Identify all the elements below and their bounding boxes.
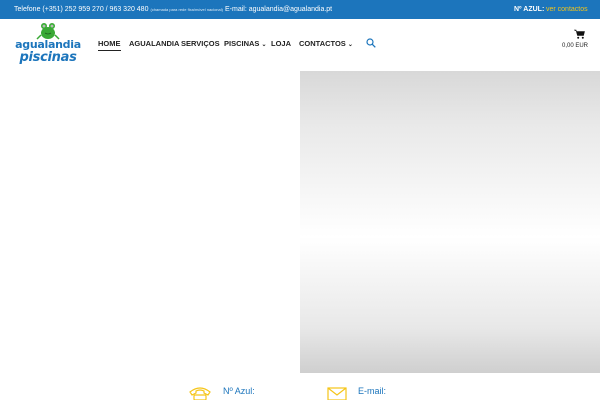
contact-email-label: E-mail: [358, 386, 387, 396]
nav-servicos[interactable]: SERVIÇOS [181, 39, 220, 48]
logo[interactable]: agualandia piscinas [14, 22, 82, 66]
site-header: agualandia piscinas HOME AGUALANDIA SERV… [0, 19, 600, 71]
phone-info: Telefone (+351) 252 959 270 / 963 320 48… [14, 6, 223, 13]
nav-contactos[interactable]: CONTACTOS ⌄ [299, 39, 353, 48]
nav-contactos-label: CONTACTOS [299, 39, 346, 48]
envelope-icon [327, 387, 347, 400]
azul-label: Nº AZUL: [514, 6, 545, 13]
phone-icon [189, 387, 211, 400]
chevron-down-icon: ⌄ [347, 42, 353, 48]
nav-loja[interactable]: LOJA [271, 39, 291, 48]
nav-home[interactable]: HOME [98, 39, 121, 51]
search-icon[interactable] [366, 38, 376, 48]
hero-image [300, 71, 600, 373]
cart-icon[interactable] [574, 29, 585, 39]
phone-note: (chamada para rede fixa/móvel nacional) [150, 7, 223, 12]
phone-text: Telefone (+351) 252 959 270 / 963 320 48… [14, 6, 149, 13]
chevron-down-icon: ⌄ [261, 42, 267, 48]
nav-piscinas[interactable]: PISCINAS ⌄ [224, 39, 266, 48]
top-bar: Telefone (+351) 252 959 270 / 963 320 48… [0, 0, 600, 19]
contact-azul-label: Nº Azul: [223, 386, 255, 396]
cart-total[interactable]: 0,00 EUR [560, 43, 590, 49]
ver-contactos-link[interactable]: ver contactos [546, 6, 588, 13]
nav-piscinas-label: PISCINAS [224, 39, 260, 48]
nav-agualandia[interactable]: AGUALANDIA [129, 39, 179, 48]
logo-text-piscinas: piscinas [19, 50, 77, 65]
email-link[interactable]: E-mail: agualandia@agualandia.pt [225, 6, 332, 13]
